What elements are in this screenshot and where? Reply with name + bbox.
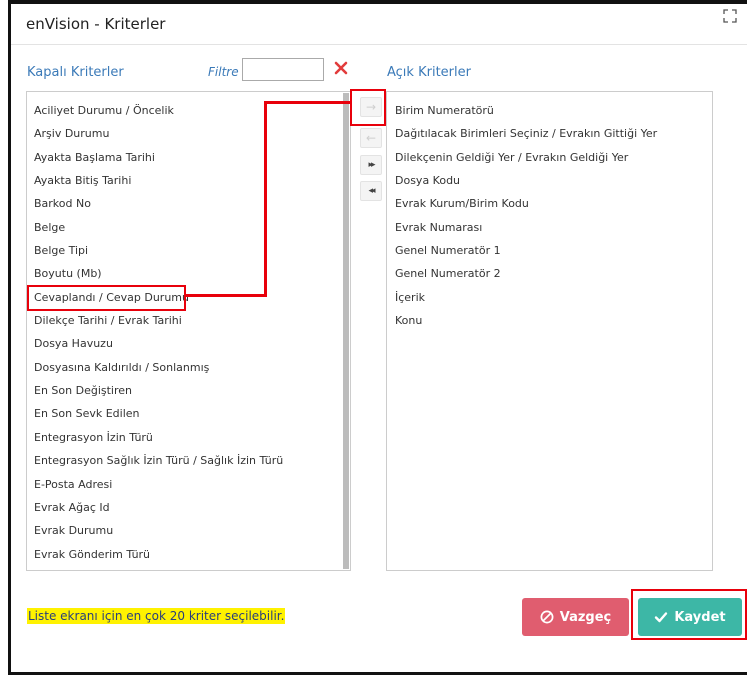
list-item[interactable]: Konu — [395, 314, 422, 327]
list-item[interactable]: Evrak Gönderim Türü — [34, 548, 150, 561]
save-button-label: Kaydet — [674, 609, 726, 625]
list-item[interactable]: Arşiv Durumu — [34, 127, 109, 140]
annotation-connector-vertical — [264, 101, 267, 297]
annotation-connector-top — [264, 101, 351, 104]
list-item[interactable]: Ayakta Başlama Tarihi — [34, 151, 155, 164]
list-item[interactable]: Dilekçenin Geldiği Yer / Evrakın Geldiği… — [395, 151, 628, 164]
list-item[interactable]: Aciliyet Durumu / Öncelik — [34, 104, 174, 117]
list-item[interactable]: Dosya Havuzu — [34, 337, 113, 350]
list-item[interactable]: En Son Değiştiren — [34, 384, 132, 397]
limit-note: Liste ekranı için en çok 20 kriter seçil… — [27, 608, 286, 624]
window-frame-left — [8, 0, 11, 675]
check-icon — [655, 612, 668, 623]
list-item[interactable]: E-Posta Adresi — [34, 478, 112, 491]
filter-input[interactable] — [242, 58, 324, 81]
list-item[interactable]: Belge Tipi — [34, 244, 88, 257]
scrollbar[interactable] — [343, 93, 349, 569]
expand-icon[interactable] — [723, 9, 737, 23]
list-item[interactable]: Evrak Ağaç Id — [34, 501, 110, 514]
list-item[interactable]: Dilekçe Tarihi / Evrak Tarihi — [34, 314, 182, 327]
annotation-connector-horizontal — [185, 294, 267, 297]
cancel-button[interactable]: Vazgeç — [522, 598, 629, 636]
close-icon[interactable] — [333, 60, 349, 76]
list-item[interactable]: En Son Sevk Edilen — [34, 407, 140, 420]
open-criteria-list[interactable]: Birim Numeratörü Dağıtılacak Birimleri S… — [386, 91, 713, 571]
scrollbar-thumb[interactable] — [343, 93, 349, 569]
filter-label: Filtre — [208, 65, 239, 79]
ban-icon — [540, 610, 554, 624]
list-item[interactable]: Entegrasyon İzin Türü — [34, 431, 153, 444]
list-item[interactable]: Dosya Kodu — [395, 174, 460, 187]
list-item[interactable]: Evrak Durumu — [34, 524, 113, 537]
move-button-highlight-box — [350, 89, 386, 126]
list-item[interactable]: Dağıtılacak Birimleri Seçiniz / Evrakın … — [395, 127, 657, 140]
item-highlight-box — [27, 285, 186, 311]
save-button[interactable]: Kaydet — [638, 598, 742, 636]
list-item[interactable]: Birim Numeratörü — [395, 104, 494, 117]
list-item[interactable]: Evrak Numarası — [395, 221, 482, 234]
cancel-button-label: Vazgeç — [559, 609, 612, 625]
list-item[interactable]: İçerik — [395, 291, 425, 304]
list-item[interactable]: Entegrasyon Sağlık İzin Türü / Sağlık İz… — [34, 454, 283, 467]
open-criteria-title: Açık Kriterler — [387, 65, 471, 80]
move-left-button[interactable]: ← — [360, 128, 382, 148]
list-item[interactable]: Belge — [34, 221, 65, 234]
list-item[interactable]: Barkod No — [34, 197, 91, 210]
move-all-right-button[interactable]: ▸▸ — [360, 155, 382, 175]
list-item[interactable]: Genel Numeratör 1 — [395, 244, 501, 257]
list-item[interactable]: Genel Numeratör 2 — [395, 267, 501, 280]
list-item[interactable]: Dosyasına Kaldırıldı / Sonlanmış — [34, 361, 209, 374]
list-item[interactable]: Ayakta Bitiş Tarihi — [34, 174, 131, 187]
closed-criteria-title: Kapalı Kriterler — [27, 65, 124, 80]
list-item[interactable]: Boyutu (Mb) — [34, 267, 102, 280]
list-item[interactable]: Evrak Kurum/Birim Kodu — [395, 197, 529, 210]
window-frame-top — [8, 0, 747, 4]
header-divider — [11, 44, 747, 45]
closed-criteria-list[interactable]: Aciliyet Durumu / Öncelik Arşiv Durumu A… — [26, 91, 351, 571]
move-all-left-button[interactable]: ◂◂ — [360, 181, 382, 201]
dialog-title: enVision - Kriterler — [26, 15, 166, 33]
